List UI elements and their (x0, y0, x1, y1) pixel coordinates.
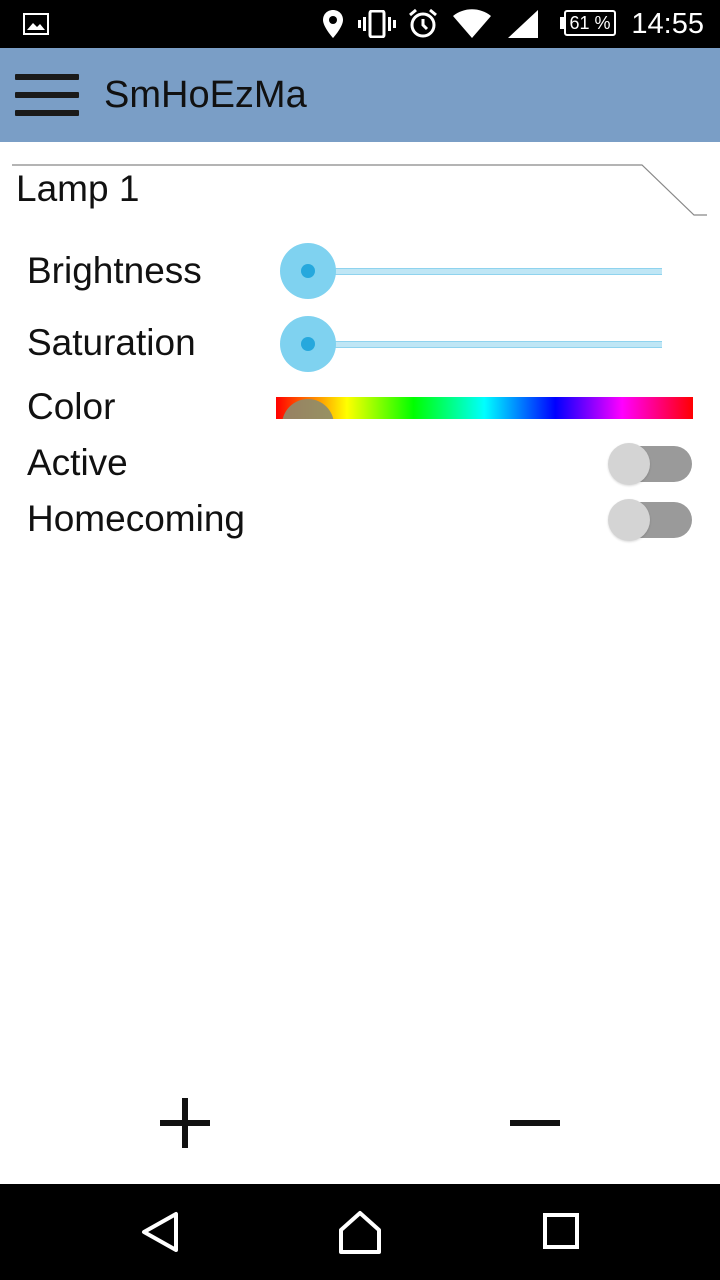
alarm-icon (406, 0, 440, 48)
saturation-track (306, 341, 662, 348)
saturation-label: Saturation (27, 322, 196, 363)
homecoming-label: Homecoming (27, 498, 245, 539)
brightness-thumb[interactable] (280, 243, 336, 299)
cell-signal-icon (505, 0, 541, 48)
location-icon (320, 0, 346, 48)
wifi-icon (451, 0, 493, 48)
home-icon[interactable] (336, 1208, 384, 1256)
battery-icon: 61 % (564, 10, 616, 36)
active-label: Active (27, 442, 128, 483)
brightness-slider[interactable] (278, 241, 662, 301)
vibrate-icon (357, 0, 397, 48)
color-hue-slider[interactable] (276, 397, 693, 419)
active-toggle[interactable] (608, 443, 692, 485)
color-thumb[interactable] (282, 399, 334, 419)
saturation-slider[interactable] (278, 314, 662, 374)
homecoming-toggle-knob[interactable] (608, 499, 650, 541)
app-bar: SmHoEzMa (0, 48, 720, 142)
app-title: SmHoEzMa (104, 74, 307, 116)
hamburger-menu-icon[interactable] (15, 74, 79, 116)
status-bar: 61 % 14:55 (0, 0, 720, 48)
clock: 14:55 (631, 8, 704, 40)
back-icon[interactable] (136, 1208, 184, 1256)
brightness-label: Brightness (27, 250, 202, 291)
image-notification-icon (22, 0, 50, 48)
color-label: Color (27, 386, 116, 427)
device-name[interactable]: Lamp 1 (16, 168, 139, 210)
battery-percent: 61 % (569, 13, 611, 33)
recents-icon[interactable] (538, 1208, 586, 1256)
active-toggle-knob[interactable] (608, 443, 650, 485)
navigation-bar (0, 1184, 720, 1280)
brightness-track (306, 268, 662, 275)
saturation-thumb[interactable] (280, 316, 336, 372)
remove-button[interactable] (510, 1090, 590, 1160)
add-button[interactable] (160, 1090, 240, 1160)
homecoming-toggle[interactable] (608, 499, 692, 541)
screen: 61 % 14:55 SmHoEzMa Lamp 1 Brightness Sa… (0, 0, 720, 1280)
